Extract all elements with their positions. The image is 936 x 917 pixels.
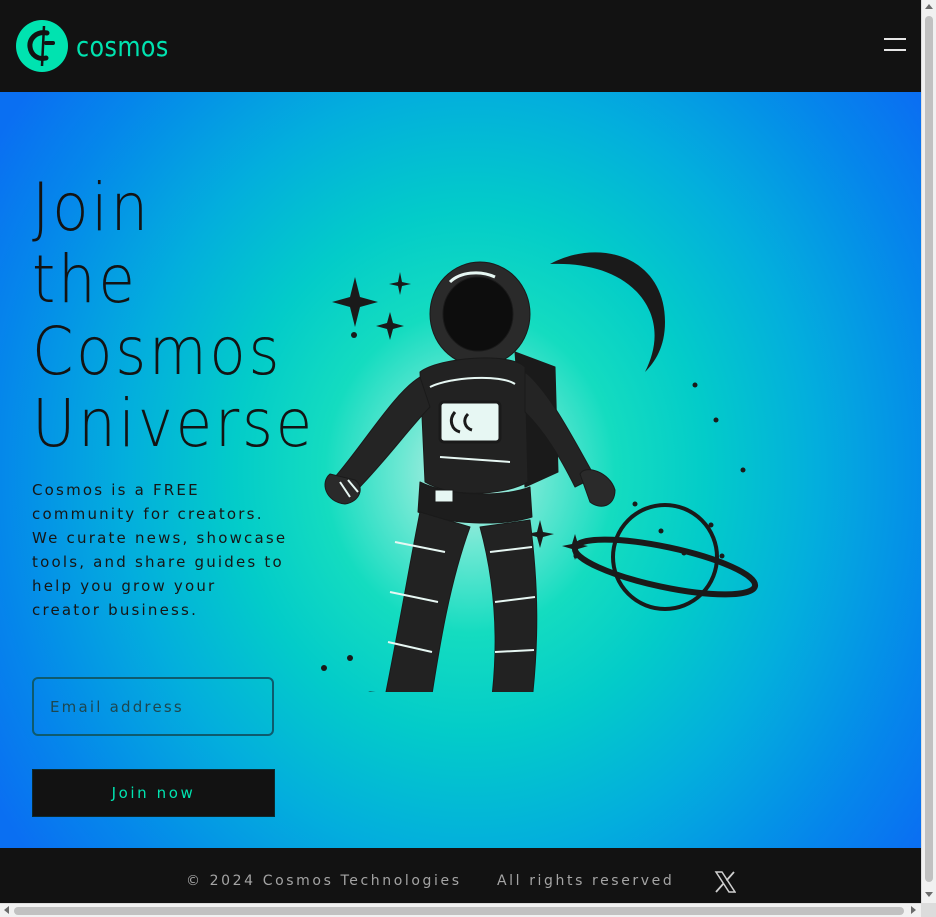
scroll-left-icon[interactable] [4, 906, 9, 914]
headline-line: the [32, 241, 138, 318]
vertical-scroll-thumb[interactable] [925, 16, 933, 882]
scroll-right-icon[interactable] [911, 906, 916, 914]
hamburger-menu-icon[interactable] [884, 38, 906, 54]
rights-text: All rights reserved [497, 873, 675, 889]
page: cosmos Join the Cosmos Universe Cosmos i… [0, 0, 921, 903]
scrollbar-corner [921, 903, 936, 917]
cosmos-logo-icon [16, 20, 68, 72]
headline-line: Cosmos [32, 313, 283, 390]
horizontal-scroll-thumb[interactable] [14, 907, 904, 915]
site-footer: © 2024 Cosmos Technologies All rights re… [0, 848, 921, 903]
x-twitter-icon[interactable] [714, 871, 737, 893]
headline-line: Universe [32, 385, 315, 462]
join-now-button[interactable]: Join now [32, 769, 275, 817]
scroll-down-icon[interactable] [925, 892, 933, 897]
vertical-scrollbar[interactable] [921, 0, 936, 903]
hero-section: Join the Cosmos Universe Cosmos is a FRE… [0, 92, 921, 848]
headline-line: Join [32, 169, 151, 246]
copyright-text: © 2024 Cosmos Technologies [186, 873, 462, 889]
scroll-up-icon[interactable] [925, 4, 933, 9]
site-header: cosmos [0, 0, 921, 92]
astronaut-illustration [321, 252, 759, 692]
hero-description: Cosmos is a FREE community for creators.… [32, 481, 288, 619]
email-input[interactable] [32, 677, 274, 736]
brand-name: cosmos [76, 29, 169, 63]
hero-headline: Join the Cosmos Universe [32, 172, 315, 460]
horizontal-scrollbar[interactable] [0, 903, 921, 917]
brand-logo[interactable]: cosmos [16, 20, 185, 72]
